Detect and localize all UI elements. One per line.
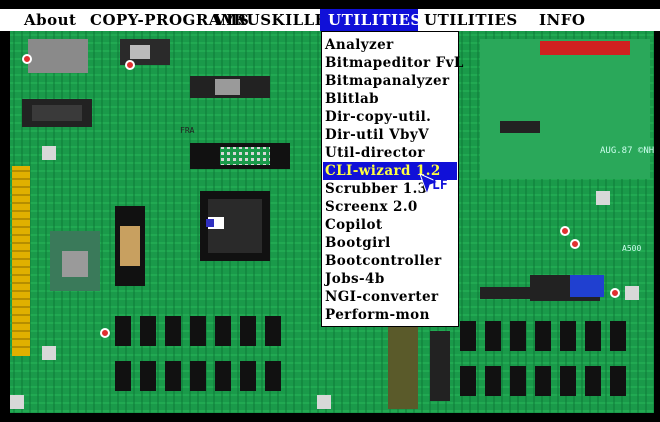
menu-item-bitmapeditor-fvl[interactable]: Bitmapeditor FvL: [325, 54, 464, 72]
menu-item-bitmapanalyzer[interactable]: Bitmapanalyzer: [325, 72, 450, 90]
menu-item-blitlab[interactable]: Blitlab: [325, 90, 379, 108]
menu-utilities-active[interactable]: UTILITIES: [320, 9, 421, 31]
menu-item-dir-copy-util[interactable]: Dir-copy-util.: [325, 108, 431, 126]
menu-item-copilot[interactable]: Copilot: [325, 216, 383, 234]
menu-about[interactable]: About: [18, 9, 82, 31]
menu-item-bootcontroller[interactable]: Bootcontroller: [325, 252, 442, 270]
pointer-label: LF: [432, 178, 448, 193]
menu-item-screenx[interactable]: Screenx 2.0: [325, 198, 418, 216]
menu-item-ngi-converter[interactable]: NGI-converter: [325, 288, 439, 306]
menu-bar: About COPY-PROGRAMS VIRUSKILLERS UTILITI…: [0, 9, 660, 31]
menu-utilities[interactable]: UTILITIES: [418, 9, 524, 31]
board-copyright-text: AUG.87 ©NH: [600, 146, 654, 156]
menu-item-perform-mon[interactable]: Perform-mon: [325, 306, 430, 324]
menu-item-analyzer[interactable]: Analyzer: [325, 36, 394, 54]
menu-item-bootgirl[interactable]: Bootgirl: [325, 234, 391, 252]
menu-item-util-director[interactable]: Util-director: [325, 144, 425, 162]
board-model-text: A500: [622, 244, 641, 253]
menu-item-dir-util-vbyv[interactable]: Dir-util VbyV: [325, 126, 429, 144]
screen: About COPY-PROGRAMS VIRUSKILLERS UTILITI…: [0, 0, 660, 422]
menu-item-scrubber[interactable]: Scrubber 1.3: [325, 180, 427, 198]
menu-info[interactable]: INFO: [533, 9, 591, 31]
menu-item-jobs-4b[interactable]: Jobs-4b: [325, 270, 385, 288]
board-chip-text: FRA: [180, 126, 195, 135]
